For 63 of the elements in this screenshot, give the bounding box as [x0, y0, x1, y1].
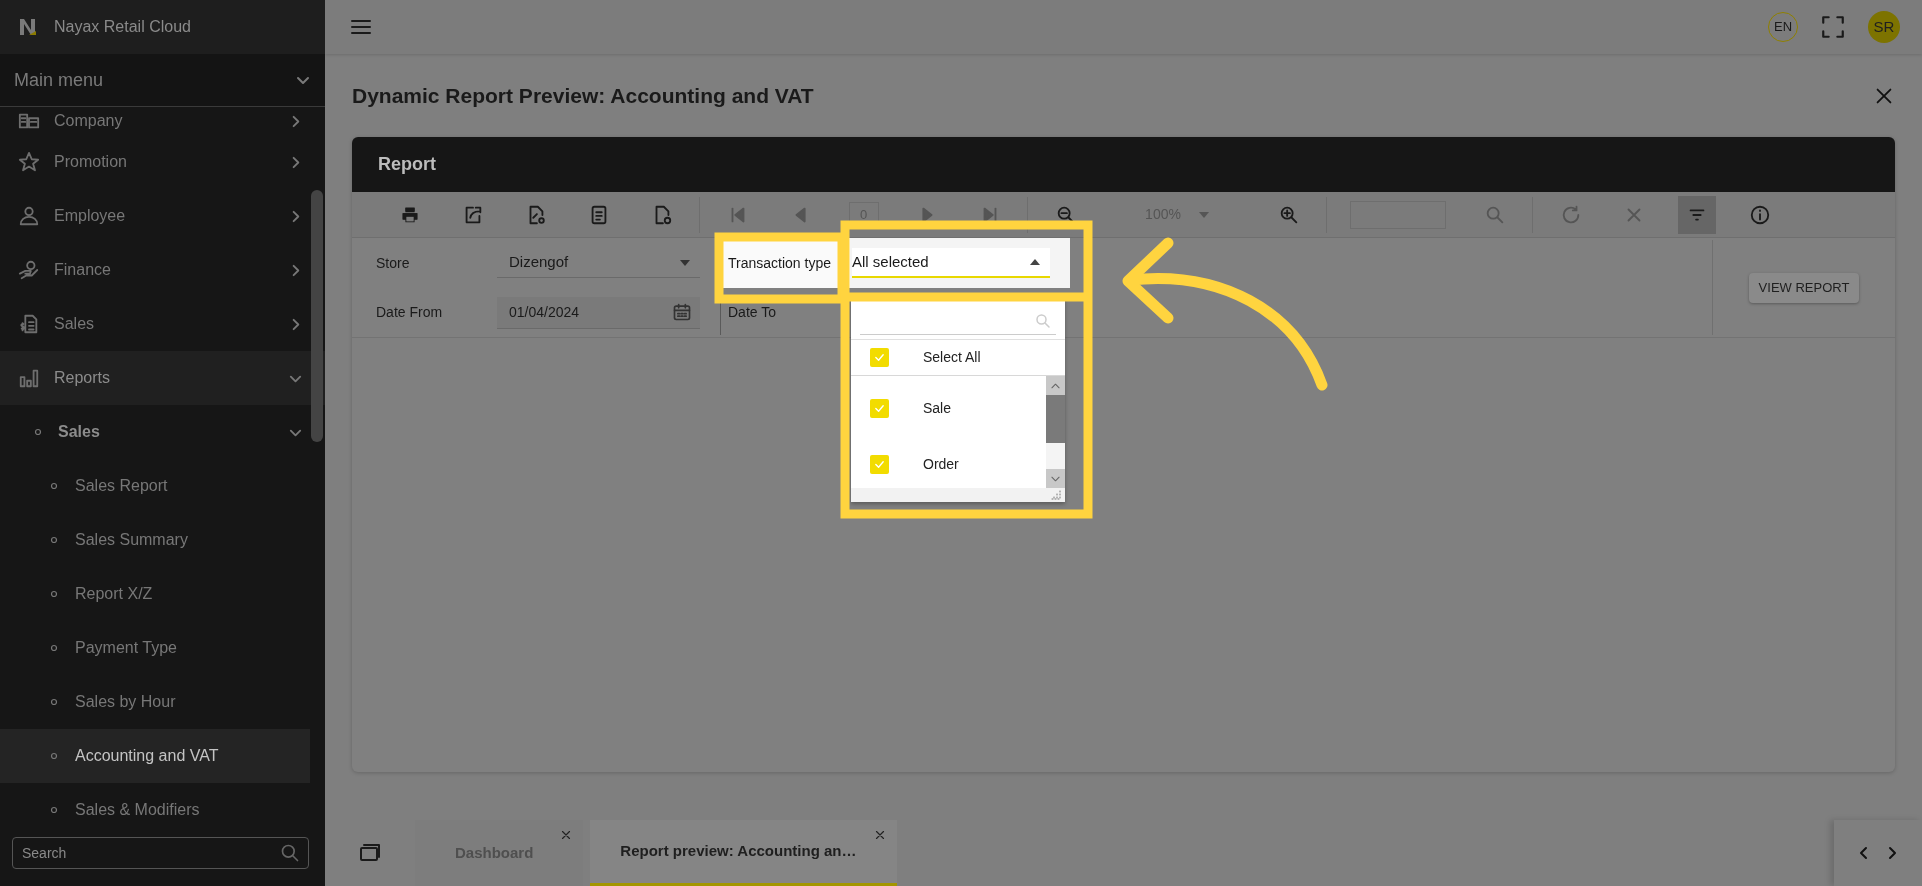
- menu-item-icon: [18, 367, 40, 389]
- sidebar-subitem[interactable]: Report X/Z: [0, 567, 310, 621]
- bullet-icon: [50, 806, 58, 814]
- checkbox[interactable]: [870, 398, 889, 418]
- sidebar-subitem[interactable]: Sales Report: [0, 459, 310, 513]
- store-dropdown[interactable]: Dizengof: [497, 248, 700, 278]
- chevron-up-icon: [1051, 382, 1060, 389]
- checkbox[interactable]: [870, 454, 889, 474]
- field-label: Store: [375, 253, 411, 273]
- sidebar-subitem[interactable]: Accounting and VAT: [0, 729, 310, 783]
- search-icon: [1034, 311, 1052, 330]
- field-label: Transaction type: [728, 253, 831, 273]
- filter-toggle-button[interactable]: [1677, 195, 1716, 234]
- caret-icon: [1198, 211, 1209, 218]
- sidebar-subitem[interactable]: Payment Type: [0, 621, 310, 675]
- caret-down-icon: [680, 259, 690, 266]
- view-report-button[interactable]: VIEW REPORT: [1748, 272, 1860, 303]
- search-icon: [280, 843, 300, 863]
- sidebar-subitem[interactable]: Sales Summary: [0, 513, 310, 567]
- calendar-icon: [672, 302, 692, 322]
- bullet-icon: [50, 752, 58, 760]
- panel-title: Report: [378, 153, 436, 176]
- sidebar-item[interactable]: Sales: [0, 297, 325, 351]
- field-label: Date From: [375, 303, 444, 322]
- bullet-icon: [50, 536, 58, 544]
- app-name: Nayax Retail Cloud: [54, 17, 191, 37]
- sidebar-item[interactable]: Company: [0, 107, 325, 135]
- date-field[interactable]: 01/04/2024: [497, 296, 700, 329]
- sidebar-search-field[interactable]: Search: [12, 837, 309, 869]
- menu-item-icon: [18, 151, 40, 173]
- field-label: Date To: [728, 303, 776, 322]
- resize-grip-icon: [1051, 490, 1061, 500]
- menu-item-icon: [18, 259, 40, 281]
- checkmark-icon: [874, 402, 885, 414]
- sidebar-item[interactable]: Employee: [0, 189, 325, 243]
- info-icon[interactable]: [1748, 203, 1771, 226]
- sidebar-subitem[interactable]: Sales by Hour: [0, 675, 310, 729]
- transaction-type-dropdown[interactable]: All selected: [852, 248, 1050, 278]
- caret-up-icon: [1030, 259, 1040, 265]
- bullet-icon: [50, 482, 58, 490]
- sidebar-item[interactable]: Reports: [0, 351, 325, 405]
- dropdown-option[interactable]: Sale: [851, 380, 1046, 436]
- sidebar-item[interactable]: Promotion: [0, 135, 325, 189]
- menu-item-icon: [18, 313, 40, 335]
- fullscreen-icon[interactable]: [1820, 14, 1846, 40]
- bullet-icon: [34, 428, 42, 436]
- page-title: Dynamic Report Preview: Accounting and VAT: [352, 82, 814, 109]
- dropdown-option[interactable]: Order: [851, 436, 1046, 492]
- bullet-icon: [50, 590, 58, 598]
- bullet-icon: [50, 698, 58, 706]
- checkmark-icon: [874, 458, 885, 470]
- scrollbar-thumb[interactable]: [311, 190, 323, 442]
- checkbox[interactable]: [870, 348, 889, 367]
- user-avatar[interactable]: SR: [1868, 11, 1900, 43]
- chevron-down-icon: [1051, 475, 1060, 482]
- logo-icon: [18, 17, 38, 37]
- tab[interactable]: Report preview: Accounting an…: [590, 820, 897, 886]
- checkmark-icon: [874, 352, 885, 363]
- sidebar-item[interactable]: Finance: [0, 243, 325, 297]
- menu-item-icon: [18, 205, 40, 227]
- sidebar-subitem[interactable]: Sales & Modifiers: [0, 783, 310, 837]
- bullet-icon: [50, 644, 58, 652]
- scrollbar-thumb[interactable]: [1046, 395, 1065, 443]
